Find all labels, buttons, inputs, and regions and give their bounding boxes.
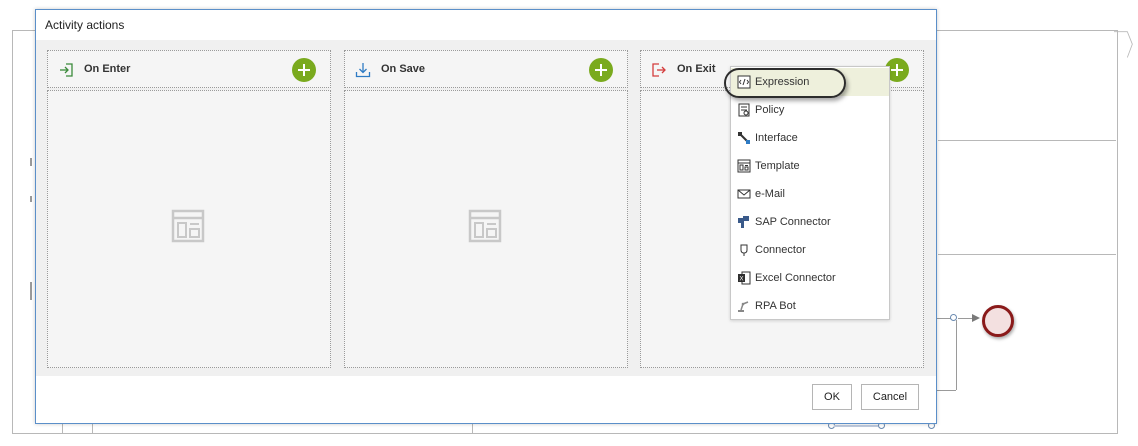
lane-divider (938, 140, 1116, 141)
arrow-head-icon (972, 314, 980, 322)
excel-connector-icon: X (738, 271, 751, 285)
policy-icon (738, 103, 750, 117)
empty-actions-icon (171, 209, 205, 243)
sequence-flow[interactable] (936, 390, 956, 391)
menu-item-label: Connector (755, 244, 806, 256)
highlight-annotation (724, 68, 846, 98)
action-type-menu: Expression Policy Interface Template e-M… (730, 66, 890, 320)
add-on-enter-button[interactable] (292, 58, 316, 82)
panel-label: On Exit (677, 63, 716, 75)
connector-icon (740, 244, 748, 256)
template-icon (737, 159, 751, 173)
end-event[interactable] (982, 305, 1014, 337)
exit-icon (652, 63, 666, 77)
dialog-title: Activity actions (45, 18, 125, 32)
lane-divider (938, 254, 1116, 255)
menu-item-email[interactable]: e-Mail (731, 180, 889, 208)
panel-label: On Save (381, 63, 426, 75)
menu-item-connector[interactable]: Connector (731, 236, 889, 264)
email-icon (737, 189, 751, 199)
menu-item-label: RPA Bot (755, 300, 796, 312)
menu-item-excel-connector[interactable]: X Excel Connector (731, 264, 889, 292)
menu-item-label: Policy (755, 104, 785, 116)
cancel-button[interactable]: Cancel (861, 384, 919, 410)
ok-button[interactable]: OK (812, 384, 852, 410)
empty-actions-icon (468, 209, 502, 243)
menu-item-label: e-Mail (755, 188, 785, 200)
on-enter-header: On Enter (47, 50, 331, 88)
connection-handle[interactable] (950, 314, 957, 321)
on-save-panel: On Save (344, 50, 628, 368)
panel-label: On Enter (84, 63, 131, 75)
on-save-header: On Save (344, 50, 628, 88)
rpa-bot-icon (738, 301, 749, 312)
on-enter-dropzone[interactable] (47, 90, 331, 368)
interface-icon (738, 132, 750, 144)
menu-item-sap-connector[interactable]: SAP Connector (731, 208, 889, 236)
selection-edge (834, 425, 878, 427)
plus-icon (595, 64, 607, 76)
plus-icon (891, 64, 903, 76)
on-enter-panel: On Enter (47, 50, 331, 368)
sequence-flow[interactable] (956, 320, 957, 390)
save-icon (355, 63, 371, 78)
menu-item-label: Excel Connector (755, 272, 836, 284)
menu-item-label: SAP Connector (755, 216, 831, 228)
menu-item-policy[interactable]: Policy (731, 96, 889, 124)
menu-item-rpa-bot[interactable]: RPA Bot (731, 292, 889, 320)
on-save-dropzone[interactable] (344, 90, 628, 368)
enter-icon (60, 63, 73, 77)
sap-connector-icon (738, 216, 749, 228)
lane-header-notch (1114, 31, 1133, 58)
menu-item-interface[interactable]: Interface (731, 124, 889, 152)
plus-icon (298, 64, 310, 76)
add-on-save-button[interactable] (589, 58, 613, 82)
svg-text:X: X (740, 277, 744, 283)
menu-item-label: Template (755, 160, 800, 172)
menu-item-template[interactable]: Template (731, 152, 889, 180)
menu-item-label: Interface (755, 132, 798, 144)
